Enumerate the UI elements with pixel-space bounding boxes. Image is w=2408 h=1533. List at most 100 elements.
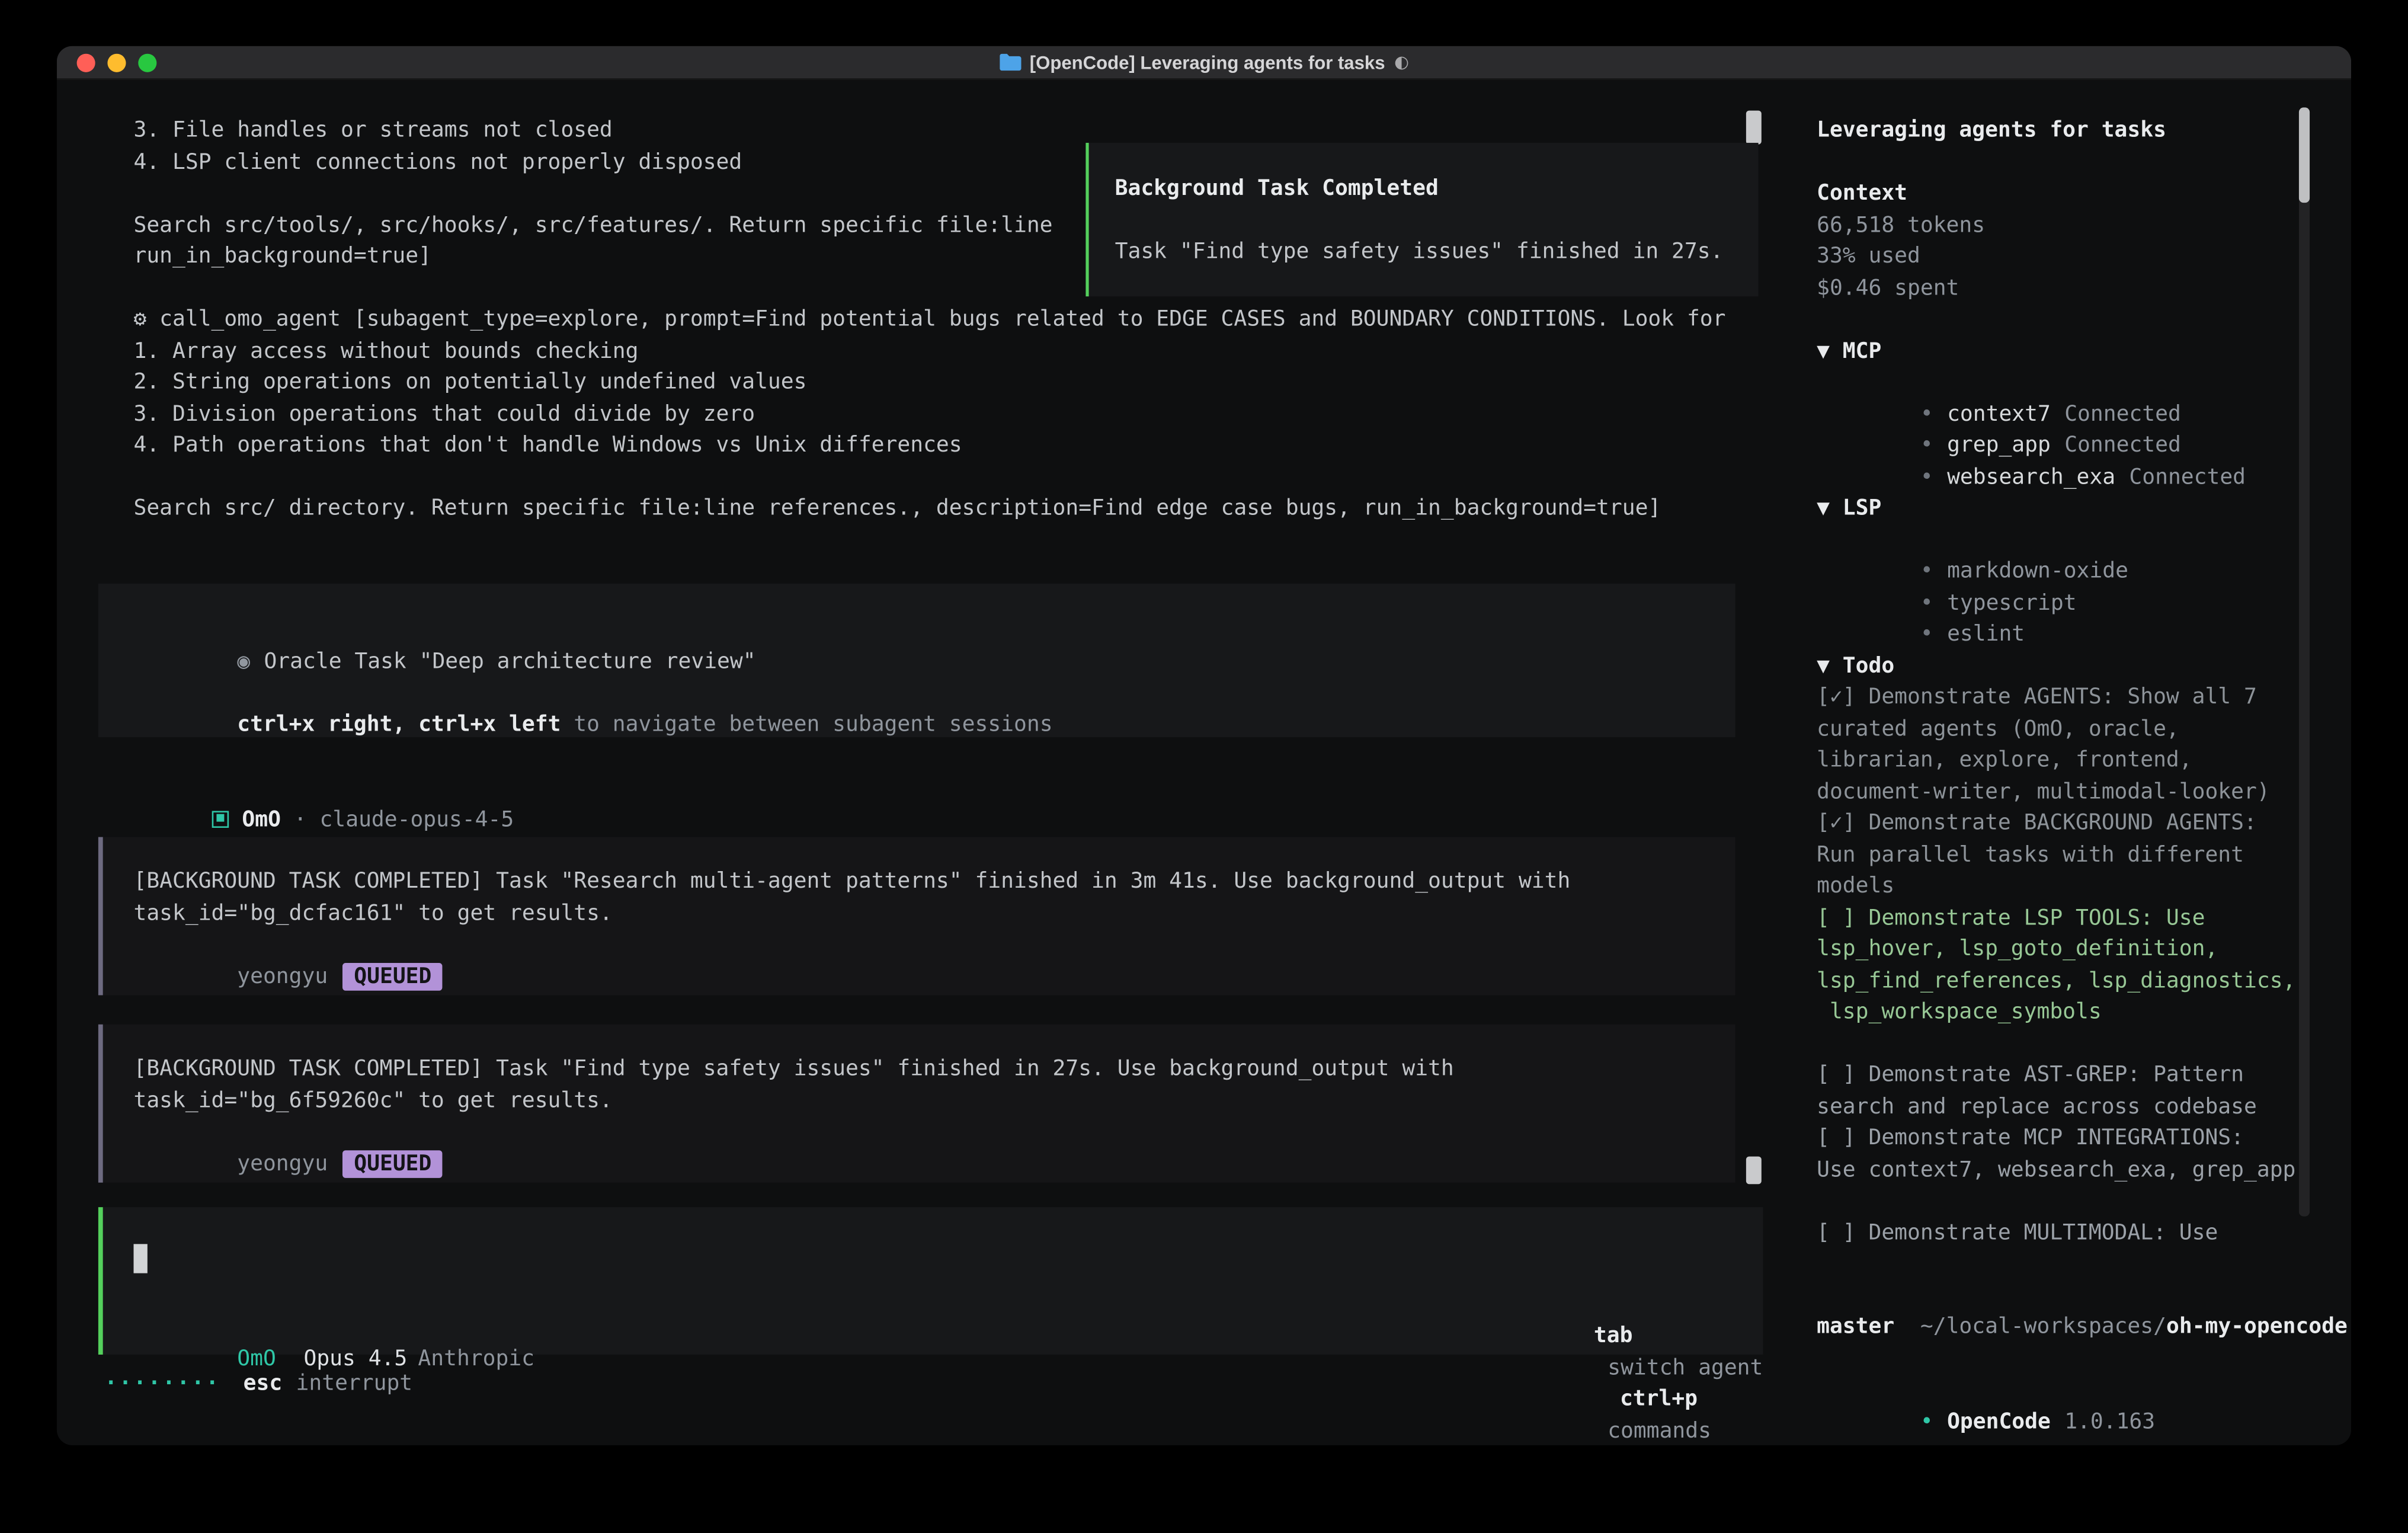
todo-line: [✓] Demonstrate AGENTS: Show all 7 [1817,682,2333,713]
oracle-hint-text: to navigate between subagent sessions [561,712,1052,736]
app-version: 1.0.163 [2064,1409,2155,1433]
context-header: Context [1817,178,2333,210]
folder-icon [999,54,1020,71]
todo-section-header: ▼ Todo [1817,651,2333,682]
agent-model: claude-opus-4-5 [320,807,514,831]
mcp-status: Connected [2064,402,2181,426]
status-bar-right: tab switch agent ctrl+p commands [1490,1289,1763,1445]
todo-line: models [1817,871,2333,902]
oracle-task-title: Oracle Task "Deep architecture review" [264,649,755,673]
terminal-line: 3. Division operations that could divide… [133,399,1725,430]
message-line: task_id="bg_6f59260c" to get results. [133,1085,1735,1116]
workspace-path: ~/local-workspaces/oh-my-opencode: [1817,1280,2333,1311]
status-bar: ········ esc interrupt tab switch agent … [104,1368,1763,1400]
workspace-path-prefix: ~/local-workspaces/ [1920,1315,2166,1339]
input-model: Opus 4.5 [303,1346,407,1371]
esc-key: esc [244,1368,283,1400]
input-provider: Anthropic [418,1346,534,1371]
oracle-task-panel: ◉Oracle Task "Deep architecture review" … [98,584,1735,737]
mcp-name: websearch_exa [1947,465,2115,489]
main-scrollbar-thumb-lower[interactable] [1746,1157,1762,1185]
app-window: [OpenCode] Leveraging agents for tasks ◐… [57,46,2351,1445]
message-line: task_id="bg_dcfac161" to get results. [133,898,1735,929]
todo-line: [ ] Demonstrate AST-GREP: Pattern [1817,1060,2333,1091]
todo-line: [✓] Demonstrate BACKGROUND AGENTS: [1817,808,2333,839]
lsp-name: typescript [1947,591,2076,615]
mcp-section-header: ▼ MCP [1817,335,2333,367]
mcp-status: Connected [2064,433,2181,457]
desktop: [OpenCode] Leveraging agents for tasks ◐… [0,0,2408,1533]
tab-label: switch agent [1608,1356,1763,1380]
terminal-line: 2. String operations on potentially unde… [133,367,1725,398]
esc-label: interrupt [296,1368,413,1400]
main-scrollbar-thumb[interactable] [1746,111,1762,145]
todo-line-active: [ ] Demonstrate LSP TOOLS: Use [1817,902,2333,934]
bullet-icon: • [1920,433,1933,457]
input-cursor-line [133,1244,1763,1279]
todo-line: Use context7, websearch_exa, grep_app [1817,1154,2333,1186]
app-version-footer: •OpenCode1.0.163 [1817,1375,2333,1406]
message-line: [BACKGROUND TASK COMPLETED] Task "Resear… [133,866,1735,898]
bullet-icon: • [1920,559,1933,583]
context-tokens: 66,518 tokens [1817,210,2333,241]
traffic-lights [77,54,157,72]
sidebar-scrollbar-track [2299,107,2310,1216]
app-name: OpenCode [1947,1409,2051,1433]
tab-key: tab [1594,1324,1633,1349]
terminal-line: Search src/ directory. Return specific f… [133,493,1725,524]
toast-body: Task "Find type safety issues" finished … [1115,236,1759,268]
todo-line-active: lsp_workspace_symbols [1817,997,2333,1028]
oracle-bullet-icon: ◉ [237,649,250,673]
message-line: [BACKGROUND TASK COMPLETED] Task "Find t… [133,1054,1735,1085]
message-author: yeongyu [237,964,328,988]
todo-line-active: lsp_find_references, lsp_diagnostics, [1817,965,2333,997]
status-badge: QUEUED [343,962,442,990]
context-spent: $0.46 spent [1817,273,2333,304]
toast-title: Background Task Completed [1115,174,1759,205]
todo-line: [ ] Demonstrate MULTIMODAL: Use [1817,1217,2333,1249]
workspace-repo: oh-my-opencode: [2166,1315,2351,1339]
oracle-hint-keys: ctrl+x right, ctrl+x left [237,712,561,736]
commands-label: commands [1608,1419,1711,1443]
lsp-name: markdown-oxide [1947,559,2128,583]
session-state-icon: ◐ [1394,52,1409,72]
bullet-icon: • [1920,465,1933,489]
sidebar: Leveraging agents for tasks Context 66,5… [1817,115,2333,1406]
todo-line: document-writer, multimodal-looker) [1817,776,2333,808]
close-button[interactable] [77,54,95,72]
terminal-line [133,462,1725,493]
todo-line-active: lsp_hover, lsp_goto_definition, [1817,934,2333,965]
todo-line: librarian, explore, frontend, [1817,745,2333,776]
background-task-toast: Background Task Completed Task "Find typ… [1085,143,1758,296]
spinner-dots: ········ [104,1368,220,1400]
tool-call-line: ⚙ call_omo_agent [subagent_type=explore,… [133,304,1725,335]
bullet-icon: • [1920,1409,1933,1433]
window-titlebar: [OpenCode] Leveraging agents for tasks ◐ [57,46,2351,80]
commands-key: ctrl+p [1620,1387,1698,1412]
text-cursor [133,1244,147,1273]
sidebar-scrollbar-thumb[interactable] [2299,107,2310,203]
agent-session-header: OmO · claude-opus-4-5 [133,773,514,804]
background-task-message: [BACKGROUND TASK COMPLETED] Task "Find t… [98,1025,1735,1183]
todo-line: curated agents (OmO, oracle, [1817,713,2333,745]
mcp-name: grep_app [1947,433,2051,457]
terminal-line: 1. Array access without bounds checking [133,335,1725,367]
status-badge: QUEUED [343,1150,442,1177]
message-author: yeongyu [237,1151,328,1176]
bullet-icon: • [1920,402,1933,426]
terminal-line: 4. Path operations that don't handle Win… [133,430,1725,462]
todo-line: [ ] Demonstrate MCP INTEGRATIONS: [1817,1123,2333,1154]
input-agent-name: OmO [237,1346,276,1371]
bullet-icon: • [1920,591,1933,615]
minimize-button[interactable] [107,54,126,72]
todo-line: search and replace across codebase [1817,1091,2333,1122]
background-task-message: [BACKGROUND TASK COMPLETED] Task "Resear… [98,837,1735,996]
window-title-group: [OpenCode] Leveraging agents for tasks ◐ [999,52,1409,73]
session-title: Leveraging agents for tasks [1817,115,2333,146]
mcp-name: context7 [1947,402,2051,426]
terminal-line: 3. File handles or streams not closed [133,115,1725,146]
mcp-status: Connected [2129,465,2246,489]
todo-line: Run parallel tasks with different [1817,839,2333,870]
zoom-button[interactable] [138,54,156,72]
bullet-icon: • [1920,622,1933,647]
